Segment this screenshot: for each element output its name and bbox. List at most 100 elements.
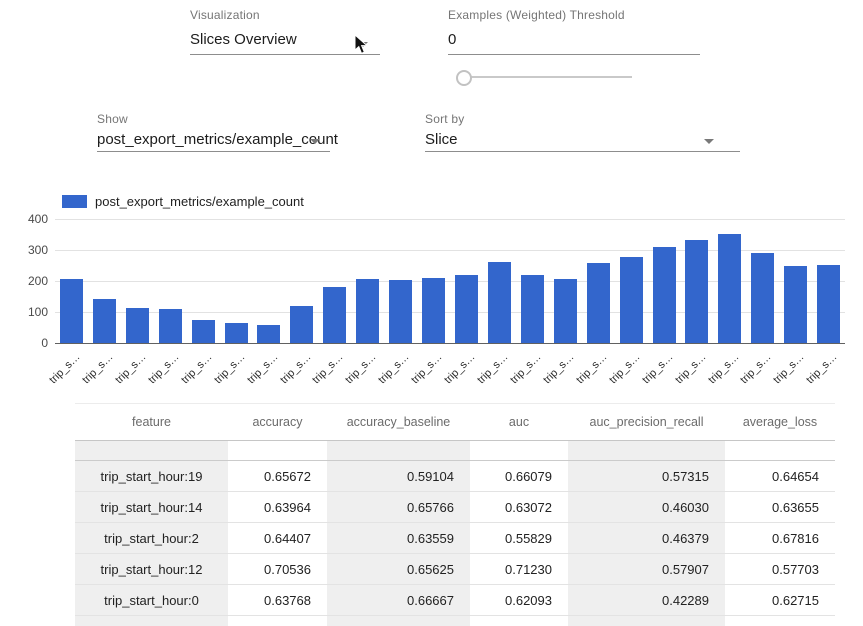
x-slot: trip_s… bbox=[648, 348, 681, 392]
bar[interactable] bbox=[159, 309, 182, 343]
filter-cell bbox=[75, 441, 228, 461]
filter-cell bbox=[568, 441, 725, 461]
bar[interactable] bbox=[60, 279, 83, 343]
show-dropdown[interactable]: Show post_export_metrics/example_count bbox=[97, 112, 330, 152]
table-cell: 0.57907 bbox=[568, 554, 725, 585]
bar[interactable] bbox=[620, 257, 643, 343]
bar-slot bbox=[450, 275, 483, 344]
bar-slot bbox=[55, 279, 88, 343]
x-slot: trip_s… bbox=[615, 348, 648, 392]
bar-slot bbox=[253, 325, 286, 343]
table-cell: 0.42289 bbox=[568, 585, 725, 616]
table-cell: 0.65672 bbox=[228, 461, 327, 492]
table-cell: 0.63559 bbox=[327, 523, 470, 554]
legend-color-swatch bbox=[62, 195, 87, 208]
x-slot: trip_s… bbox=[779, 348, 812, 392]
table-row[interactable]: trip_start_hour:140.639640.657660.630720… bbox=[75, 492, 835, 523]
y-axis: 0100200300400 bbox=[10, 219, 48, 343]
column-header-accuracy_baseline[interactable]: accuracy_baseline bbox=[327, 404, 470, 441]
bar[interactable] bbox=[521, 275, 544, 343]
field-underline bbox=[97, 151, 330, 152]
column-header-auc_precision_recall[interactable]: auc_precision_recall bbox=[568, 404, 725, 441]
bar[interactable] bbox=[718, 234, 741, 343]
bar[interactable] bbox=[685, 240, 708, 343]
table-header-row: featureaccuracyaccuracy_baselineaucauc_p… bbox=[75, 404, 835, 441]
table-cell: trip_start_hour:19 bbox=[75, 461, 228, 492]
x-slot: trip_s… bbox=[713, 348, 746, 392]
y-tick-label: 0 bbox=[41, 337, 48, 349]
table-row[interactable]: trip_start_hour:190.656720.591040.660790… bbox=[75, 461, 835, 492]
table-cell: 0.64407 bbox=[228, 523, 327, 554]
bar[interactable] bbox=[422, 278, 445, 343]
bar[interactable] bbox=[126, 308, 149, 343]
bar[interactable] bbox=[653, 247, 676, 343]
field-underline bbox=[448, 54, 700, 55]
bar[interactable] bbox=[554, 279, 577, 343]
column-header-accuracy[interactable]: accuracy bbox=[228, 404, 327, 441]
table-cell: 0.66079 bbox=[470, 461, 568, 492]
y-tick-label: 100 bbox=[28, 306, 48, 318]
y-tick-label: 400 bbox=[28, 213, 48, 225]
table-cell: trip_start_hour:2 bbox=[75, 523, 228, 554]
bar[interactable] bbox=[587, 263, 610, 343]
table-row[interactable]: trip_start_hour:00.637680.666670.620930.… bbox=[75, 585, 835, 616]
table-row[interactable]: trip_start_hour:120.705360.656250.712300… bbox=[75, 554, 835, 585]
bar[interactable] bbox=[225, 323, 248, 343]
x-slot: trip_s… bbox=[187, 348, 220, 392]
x-slot: trip_s… bbox=[483, 348, 516, 392]
bar-slot bbox=[713, 234, 746, 343]
column-header-average_loss[interactable]: average_loss bbox=[725, 404, 835, 441]
threshold-slider-handle[interactable] bbox=[456, 70, 472, 86]
field-underline bbox=[425, 151, 740, 152]
table-cell: 0.65625 bbox=[327, 554, 470, 585]
chevron-down-icon[interactable] bbox=[704, 139, 714, 144]
chart-legend: post_export_metrics/example_count bbox=[62, 194, 304, 209]
table-cell: 0.62093 bbox=[470, 585, 568, 616]
table-row[interactable]: trip_start_hour:20.644070.635590.558290.… bbox=[75, 523, 835, 554]
field-underline bbox=[190, 54, 380, 55]
bar[interactable] bbox=[356, 279, 379, 343]
bar[interactable] bbox=[389, 280, 412, 343]
bar[interactable] bbox=[817, 265, 840, 343]
bar[interactable] bbox=[290, 306, 313, 343]
threshold-input[interactable]: Examples (Weighted) Threshold 0 bbox=[448, 8, 700, 55]
threshold-slider-track[interactable] bbox=[464, 76, 632, 78]
table-cell: 0.71230 bbox=[470, 554, 568, 585]
sort-by-value: Slice bbox=[425, 131, 740, 148]
bar[interactable] bbox=[488, 262, 511, 343]
x-slot: trip_s… bbox=[450, 348, 483, 392]
x-slot: trip_s… bbox=[681, 348, 714, 392]
table-cell: 0.59104 bbox=[327, 461, 470, 492]
x-slot: trip_s… bbox=[318, 348, 351, 392]
column-header-auc[interactable]: auc bbox=[470, 404, 568, 441]
bar[interactable] bbox=[192, 320, 215, 343]
sort-by-dropdown[interactable]: Sort by Slice bbox=[425, 112, 740, 152]
table-cell: 0.44173 bbox=[568, 616, 725, 626]
plot-area bbox=[55, 219, 845, 343]
slicing-metrics-browser: Visualization Slices Overview Examples (… bbox=[0, 0, 863, 626]
bar[interactable] bbox=[784, 266, 807, 344]
bar[interactable] bbox=[751, 253, 774, 343]
bar[interactable] bbox=[455, 275, 478, 344]
table-cell: 0.58337 bbox=[470, 616, 568, 626]
x-slot: trip_s… bbox=[516, 348, 549, 392]
table-cell: 0.57315 bbox=[568, 461, 725, 492]
column-header-feature[interactable]: feature bbox=[75, 404, 228, 441]
table-cell: 0.62715 bbox=[725, 585, 835, 616]
bar[interactable] bbox=[93, 299, 116, 343]
table-row[interactable]: trip_start_hour:230.660160.648440.583370… bbox=[75, 616, 835, 626]
visualization-dropdown[interactable]: Visualization Slices Overview bbox=[190, 8, 380, 55]
table-cell: 0.65142 bbox=[725, 616, 835, 626]
bar[interactable] bbox=[323, 287, 346, 343]
bar[interactable] bbox=[257, 325, 280, 343]
table-cell: 0.63072 bbox=[470, 492, 568, 523]
sort-by-label: Sort by bbox=[425, 112, 740, 126]
chevron-down-icon[interactable] bbox=[310, 139, 320, 144]
bar-slot bbox=[779, 266, 812, 344]
bar-slot bbox=[615, 257, 648, 343]
show-value: post_export_metrics/example_count bbox=[97, 131, 330, 148]
x-slot: trip_s… bbox=[417, 348, 450, 392]
table-cell: 0.46030 bbox=[568, 492, 725, 523]
filter-cell bbox=[228, 441, 327, 461]
table-cell: 0.66667 bbox=[327, 585, 470, 616]
